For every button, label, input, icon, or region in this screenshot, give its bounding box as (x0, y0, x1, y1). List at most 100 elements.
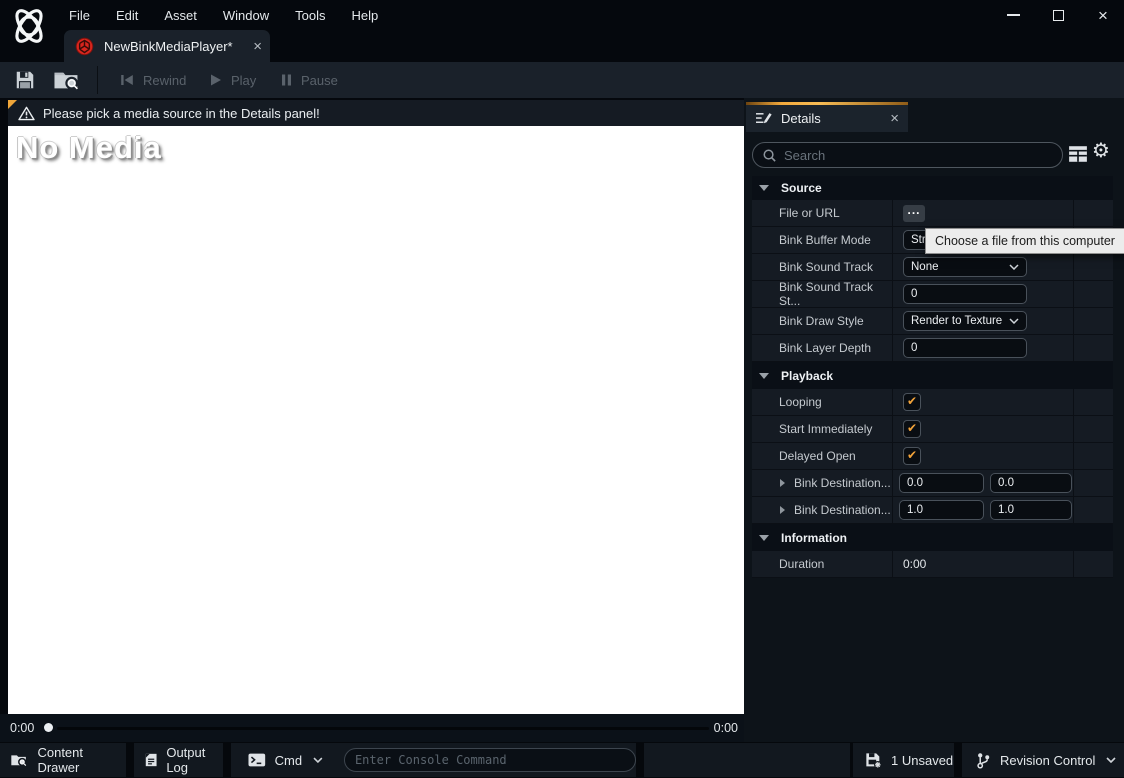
bink-asset-icon (75, 37, 94, 56)
asset-tab[interactable]: NewBinkMediaPlayer* × (64, 30, 270, 63)
cmd-selector[interactable]: Cmd (275, 753, 302, 768)
section-header-playback[interactable]: Playback (752, 362, 1113, 389)
property-row-sound-track-start: Bink Sound Track St... (752, 280, 1113, 308)
asset-tab-close-icon[interactable]: × (253, 39, 262, 54)
rewind-button[interactable]: Rewind (120, 62, 186, 98)
unsaved-corner-triangle-icon (8, 100, 17, 109)
check-icon: ✔ (906, 394, 918, 408)
revision-control-branch-icon (977, 752, 990, 769)
property-label-group: Bink Destination... (752, 470, 893, 496)
details-tab-title: Details (781, 111, 821, 126)
revision-control-menu[interactable]: Revision Control (962, 743, 1124, 777)
menu-item-file[interactable]: File (56, 8, 103, 23)
row-spacer (1074, 416, 1113, 442)
menu-item-help[interactable]: Help (338, 8, 391, 23)
unreal-engine-logo-icon[interactable] (6, 3, 52, 49)
dropdown-value: None (911, 261, 939, 273)
menu-item-asset[interactable]: Asset (151, 8, 210, 23)
chevron-down-icon (1106, 757, 1116, 763)
destination-upper-x-input[interactable] (907, 477, 976, 489)
warning-icon (18, 106, 35, 120)
layer-depth-input[interactable] (911, 342, 1019, 354)
property-label: Bink Sound Track (752, 254, 893, 280)
save-asterisk-icon (866, 752, 882, 769)
display-filter-button[interactable] (1068, 145, 1088, 168)
section-header-source[interactable]: Source (752, 176, 1113, 200)
maximize-icon (1052, 9, 1064, 21)
destination-lower-y-input[interactable] (998, 504, 1064, 516)
expand-arrow-icon[interactable] (780, 506, 785, 514)
close-button[interactable]: × (1094, 6, 1112, 24)
settings-gear-icon[interactable]: ⚙ (1092, 140, 1110, 160)
video-display-area: No Media (8, 126, 744, 714)
row-spacer (1074, 254, 1113, 280)
section-header-information[interactable]: Information (752, 524, 1113, 551)
pause-button[interactable]: Pause (281, 62, 338, 98)
close-icon: × (1098, 5, 1108, 25)
console-command-input[interactable] (354, 753, 625, 767)
details-tab[interactable]: Details × (746, 105, 908, 132)
delayed-open-checkbox[interactable]: ✔ (903, 447, 921, 465)
destination-lower-y-field (990, 500, 1072, 520)
search-input[interactable] (784, 147, 1053, 163)
unreal-editor-window: File Edit Asset Window Tools Help × NewB… (0, 0, 1124, 778)
property-label: Duration (752, 551, 893, 577)
file-browse-button[interactable]: ... (903, 203, 925, 222)
content-drawer-label: Content Drawer (37, 745, 84, 775)
expand-arrow-icon[interactable] (780, 479, 785, 487)
window-controls: × (1004, 0, 1112, 30)
collapse-arrow-icon (759, 372, 769, 379)
play-icon (211, 74, 221, 86)
content-drawer-button[interactable]: Content Drawer (0, 743, 126, 777)
rewind-label: Rewind (143, 72, 187, 88)
details-tab-close-icon[interactable]: × (890, 111, 899, 126)
browse-to-asset-button[interactable] (52, 68, 82, 97)
menu-item-tools[interactable]: Tools (282, 8, 338, 23)
draw-style-dropdown[interactable]: Render to Texture (903, 311, 1027, 331)
no-media-label: No Media (16, 130, 162, 165)
start-immediately-checkbox[interactable]: ✔ (903, 420, 921, 438)
looping-checkbox[interactable]: ✔ (903, 393, 921, 411)
details-panel: Details × ⚙ Source (744, 98, 1124, 742)
sound-track-start-input[interactable] (911, 288, 1019, 300)
timeline-track[interactable] (57, 727, 709, 730)
ellipsis-icon: ... (907, 203, 921, 217)
row-spacer (1074, 551, 1113, 577)
status-bar: Content Drawer Output Log Cmd Enter Cons… (0, 742, 1124, 778)
property-label: Bink Destination... (794, 476, 891, 490)
menu-item-edit[interactable]: Edit (103, 8, 151, 23)
row-spacer (1074, 308, 1113, 334)
row-spacer (1074, 200, 1113, 226)
timeline-current-time: 0:00 (10, 721, 35, 735)
property-label: Start Immediately (752, 416, 893, 442)
chevron-down-icon[interactable] (313, 757, 323, 763)
duration-value: 0:00 (903, 557, 927, 571)
unsaved-status-button[interactable]: 1 Unsaved (853, 743, 954, 777)
row-spacer (1074, 497, 1113, 523)
output-log-button[interactable]: Output Log (134, 743, 223, 777)
search-icon (763, 149, 776, 162)
cmd-terminal-icon (248, 753, 266, 767)
property-label: Bink Destination... (794, 503, 891, 517)
minimize-button[interactable] (1004, 6, 1022, 24)
sound-track-dropdown[interactable]: None (903, 257, 1027, 277)
details-search-box[interactable] (752, 142, 1063, 168)
toolbar-separator (97, 66, 98, 94)
console-section: Cmd (231, 743, 636, 777)
timeline-scrubber-handle[interactable] (44, 723, 53, 732)
play-button[interactable]: Play (209, 62, 256, 98)
row-spacer (1074, 389, 1113, 415)
section-title: Playback (781, 368, 834, 383)
maximize-button[interactable] (1049, 6, 1067, 24)
destination-upper-y-input[interactable] (998, 477, 1064, 489)
destination-lower-x-input[interactable] (907, 504, 976, 516)
property-label: Bink Buffer Mode (752, 227, 893, 253)
menu-item-window[interactable]: Window (210, 8, 282, 23)
media-warning-banner: Please pick a media source in the Detail… (8, 100, 744, 126)
property-row-sound-track: Bink Sound Track None (752, 254, 1113, 281)
content-drawer-icon (11, 755, 28, 768)
menubar: File Edit Asset Window Tools Help (56, 0, 391, 30)
section-title: Information (781, 530, 847, 545)
save-button[interactable] (14, 69, 36, 96)
dropdown-value: Render to Texture (911, 315, 1003, 327)
